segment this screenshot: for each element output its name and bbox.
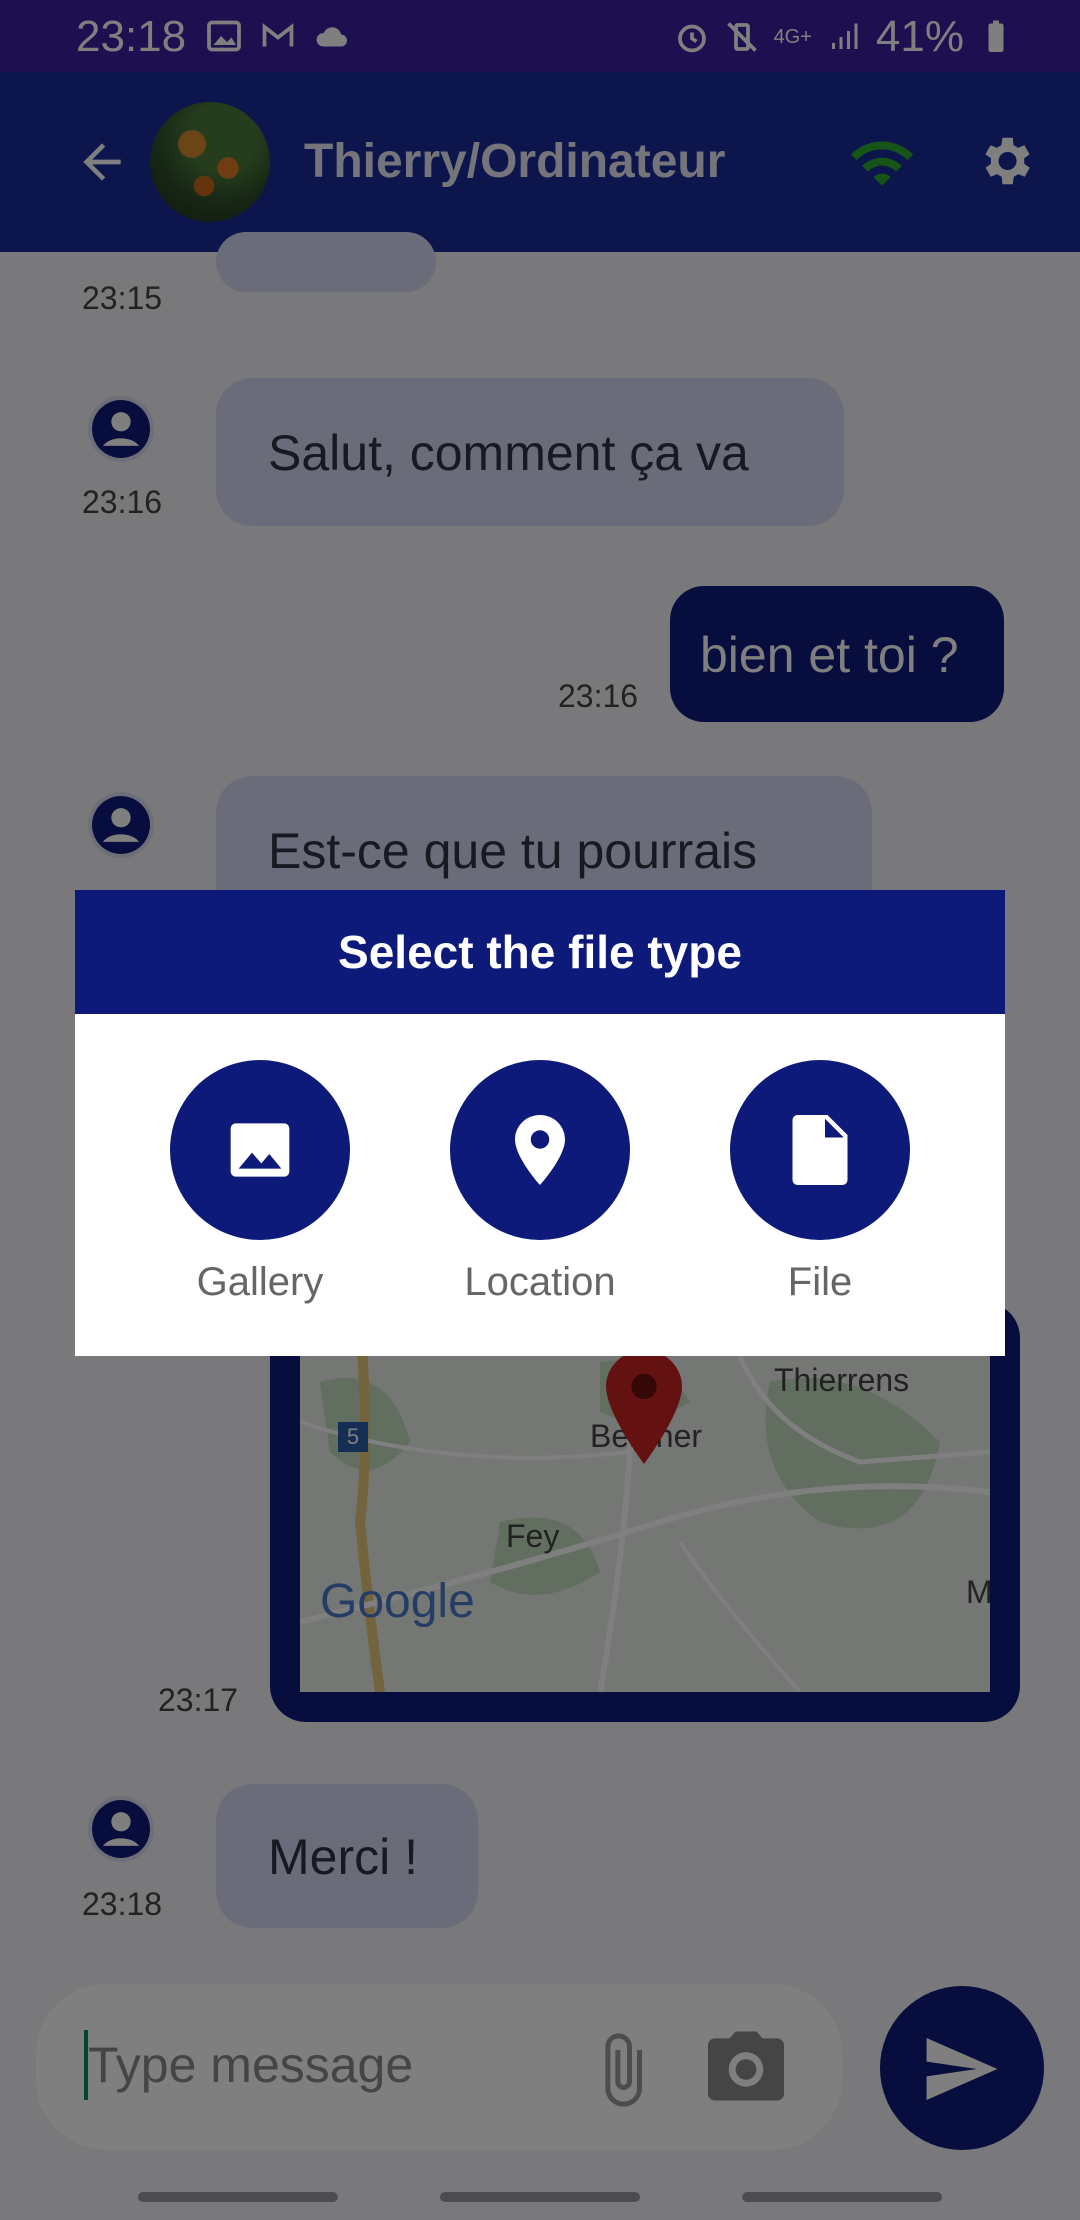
file-type-dialog: Select the file type Gallery Location Fi… xyxy=(75,890,1005,1356)
dialog-title: Select the file type xyxy=(75,890,1005,1014)
file-icon xyxy=(792,1115,848,1185)
image-icon xyxy=(230,1123,290,1177)
option-label: Gallery xyxy=(196,1260,324,1304)
option-gallery[interactable]: Gallery xyxy=(170,1060,350,1305)
option-location[interactable]: Location xyxy=(450,1060,630,1305)
option-file[interactable]: File xyxy=(730,1060,910,1305)
location-button[interactable] xyxy=(450,1060,630,1240)
location-pin-icon xyxy=(515,1115,565,1185)
option-label: File xyxy=(787,1260,853,1304)
gallery-button[interactable] xyxy=(170,1060,350,1240)
file-button[interactable] xyxy=(730,1060,910,1240)
option-label: Location xyxy=(464,1260,616,1304)
